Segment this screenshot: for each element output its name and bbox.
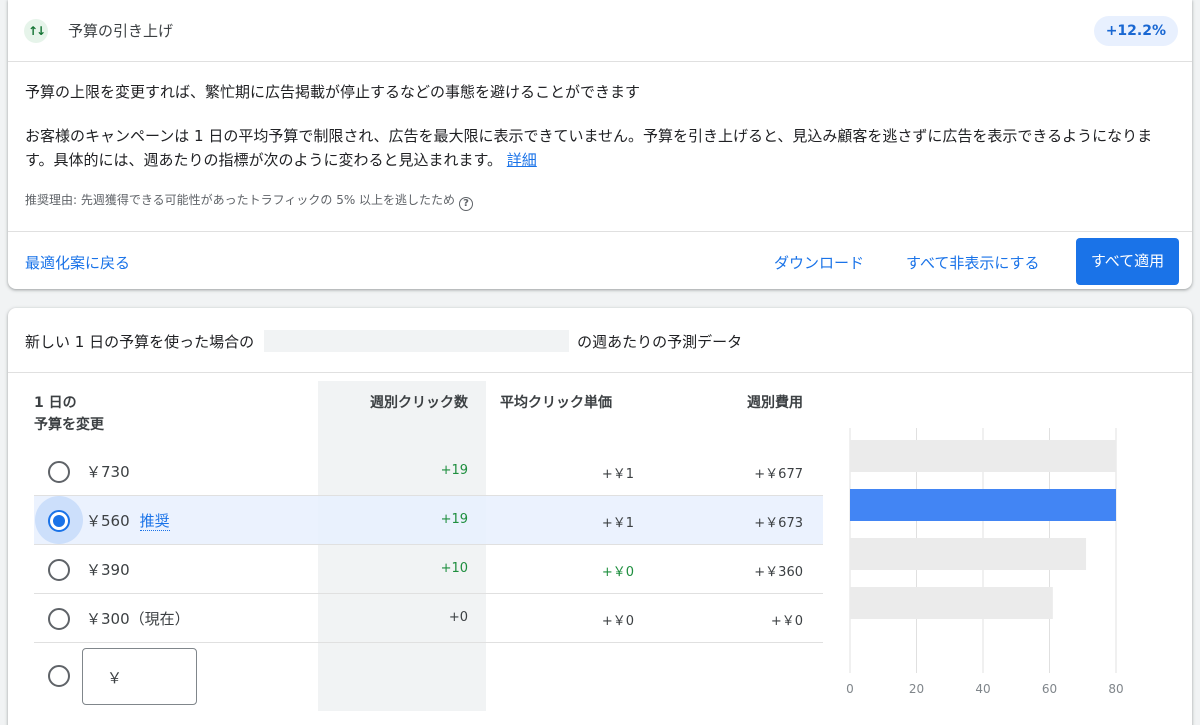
recommendation-card: ↑↓ 予算の引き上げ +12.2% 予算の上限を変更すれば、繁忙期に広告掲載が停… (8, 0, 1192, 289)
chart-bar (850, 489, 1116, 521)
chart-bar (850, 440, 1116, 472)
recommendation-title: 予算の引き上げ (68, 22, 174, 40)
chart-x-tick-label: 80 (1108, 682, 1123, 696)
recommendation-body: お客様のキャンペーンは 1 日の平均予算で制限され、広告を最大限に表示できていま… (25, 124, 1175, 172)
recommendation-body-text: お客様のキャンペーンは 1 日の平均予算で制限され、広告を最大限に表示できていま… (25, 127, 1153, 169)
weekly-cost-cell: +￥360 (754, 565, 803, 580)
budget-radio-selected[interactable] (48, 510, 70, 532)
avg-cpc-cell: +￥1 (601, 516, 634, 531)
budget-option-row[interactable]: ￥390 +10 +￥0 +￥360 (34, 545, 823, 594)
budget-option-label: ￥730 (86, 463, 130, 481)
budget-option-label: ￥300（現在） (86, 610, 190, 628)
custom-budget-input[interactable]: ￥ (82, 648, 197, 705)
details-link[interactable]: 詳細 (507, 151, 537, 169)
download-button[interactable]: ダウンロード (774, 252, 864, 273)
back-to-recommendations-link[interactable]: 最適化案に戻る (25, 252, 130, 273)
recommendation-headline: 予算の上限を変更すれば、繁忙期に広告掲載が停止するなどの事態を避けることができま… (25, 83, 641, 101)
weekly-clicks-cell: +0 (448, 610, 468, 625)
chart-bar (850, 538, 1087, 570)
budget-radio[interactable] (48, 608, 70, 630)
avg-cpc-cell: +￥0 (601, 565, 634, 580)
custom-budget-radio[interactable] (48, 665, 70, 687)
budget-forecast-chart: 0 20 40 60 80 (846, 428, 1124, 696)
forecast-title: 新しい 1 日の予算を使った場合の の週あたりの予測データ (25, 330, 742, 352)
budget-header-line2: 予算を変更 (34, 417, 104, 433)
budget-option-label: ￥560 推奨 (86, 510, 170, 531)
weekly-cost-cell: +￥673 (754, 516, 803, 531)
budget-radio[interactable] (48, 559, 70, 581)
budget-header-line1: 1 日の (34, 395, 77, 411)
avg-cpc-cell: +￥1 (601, 467, 634, 482)
weekly-clicks-cell: +10 (440, 561, 468, 576)
forecast-card: 新しい 1 日の予算を使った場合の の週あたりの予測データ 1 日の 予算を変更 … (8, 308, 1192, 725)
avg-cpc-cell: +￥0 (601, 614, 634, 629)
recommended-tag[interactable]: 推奨 (139, 512, 170, 531)
reason-text: 推奨理由: 先週獲得できる可能性があったトラフィックの 5% 以上を逃したため (25, 193, 456, 207)
budget-column-header: 1 日の 予算を変更 (34, 392, 104, 436)
chart-x-tick-label: 20 (909, 682, 924, 696)
cpc-column-header[interactable]: 平均クリック単価 (500, 392, 612, 414)
weekly-cost-cell: +￥0 (770, 614, 803, 629)
help-icon[interactable]: ? (459, 197, 474, 211)
recommendation-reason: 推奨理由: 先週獲得できる可能性があったトラフィックの 5% 以上を逃したため? (25, 191, 474, 211)
hide-all-button[interactable]: すべて非表示にする (906, 252, 1040, 273)
trending-arrows-icon: ↑↓ (24, 19, 48, 43)
chart-bar (850, 587, 1053, 619)
chart-x-tick-label: 40 (975, 682, 990, 696)
forecast-title-prefix: 新しい 1 日の予算を使った場合の (25, 333, 255, 351)
recommendation-footer: 最適化案に戻る ダウンロード すべて非表示にする すべて適用 (8, 231, 1192, 289)
recommendation-header: ↑↓ 予算の引き上げ +12.2% (8, 0, 1192, 62)
redacted-campaign-name (264, 330, 570, 352)
cost-column-header[interactable]: 週別費用 (708, 392, 803, 414)
forecast-title-suffix: の週あたりの予測データ (577, 333, 743, 351)
weekly-cost-cell: +￥677 (754, 467, 803, 482)
divider (8, 372, 1192, 373)
chart-x-tick-label: 0 (846, 682, 854, 696)
budget-radio[interactable] (48, 461, 70, 483)
chart-x-tick-label: 60 (1042, 682, 1057, 696)
budget-option-row-selected[interactable]: ￥560 推奨 +19 +￥1 +￥673 (34, 496, 823, 545)
budget-option-row[interactable]: ￥300（現在） +0 +￥0 +￥0 (34, 594, 823, 643)
clicks-column-header[interactable]: 週別クリック数 (318, 392, 468, 414)
budget-option-label: ￥390 (86, 561, 130, 579)
weekly-clicks-cell: +19 (440, 512, 468, 527)
apply-all-button[interactable]: すべて適用 (1076, 238, 1179, 285)
uplift-badge: +12.2% (1093, 16, 1178, 46)
weekly-clicks-cell: +19 (440, 463, 468, 478)
budget-option-row[interactable]: ￥730 +19 +￥1 +￥677 (34, 447, 823, 496)
budget-option-value: ￥560 (86, 512, 130, 530)
